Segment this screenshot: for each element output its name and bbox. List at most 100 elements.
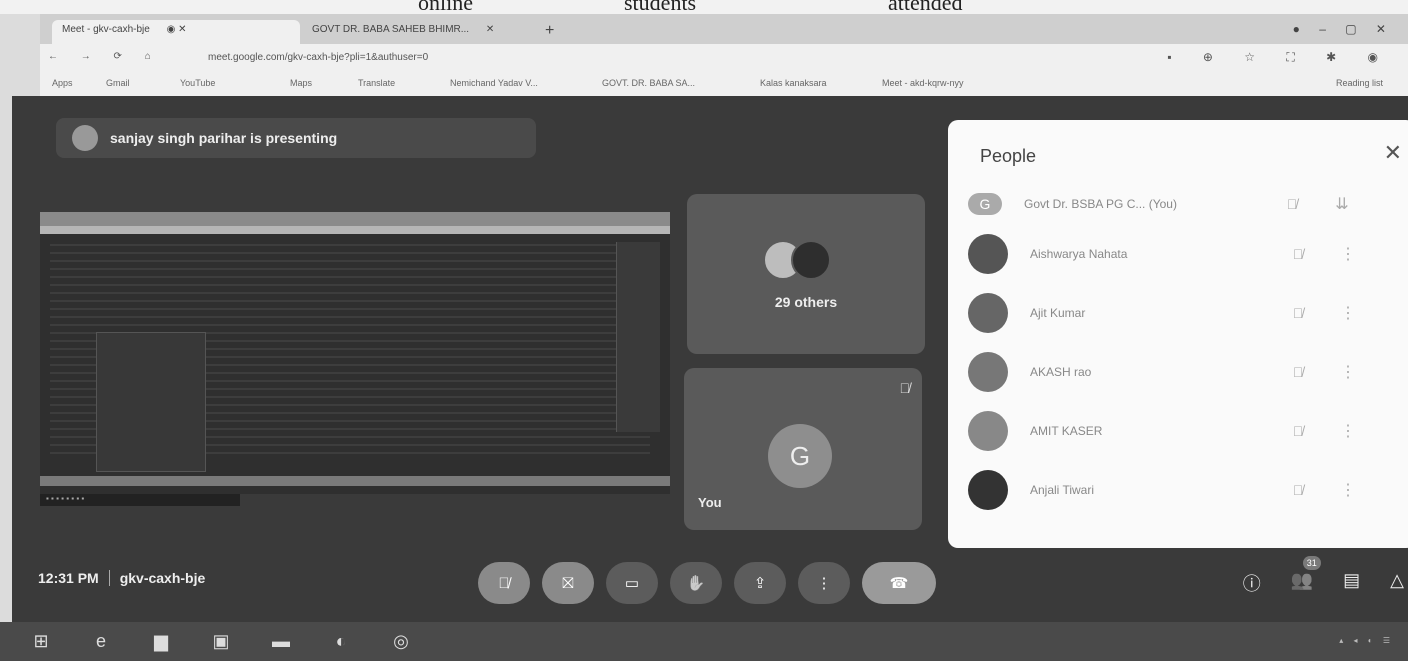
mic-off-icon: 🎙̸: [1286, 196, 1298, 212]
present-icon: ⇪: [753, 575, 767, 592]
close-icon[interactable]: ✕: [1384, 140, 1402, 166]
presenting-banner: sanjay singh parihar is presenting: [56, 118, 536, 158]
meeting-time: 12:31 PM: [38, 570, 99, 586]
more-icon[interactable]: ⋮: [1328, 480, 1368, 500]
close-tab-icon[interactable]: ✕: [486, 24, 494, 35]
store-icon[interactable]: ▣: [202, 629, 240, 655]
overlay-word-students: students: [624, 0, 697, 14]
activities-icon[interactable]: △: [1390, 570, 1404, 596]
participant-count-badge: 31: [1302, 556, 1321, 570]
bookmark-kalas[interactable]: Kalas kanaksara: [760, 78, 827, 88]
mic-off-icon: 🎙̸: [1292, 364, 1304, 380]
chrome-icon[interactable]: ◎: [382, 629, 420, 655]
present-button[interactable]: ⇪: [734, 562, 786, 604]
participant-name: AKASH rao: [1030, 365, 1092, 379]
shared-statusbar: [40, 476, 670, 486]
raise-hand-button[interactable]: ✋: [670, 562, 722, 604]
side-controls: ⓘ 👥 31 ▤ △: [1243, 556, 1404, 596]
edge-icon[interactable]: e: [82, 629, 120, 655]
pin-icon[interactable]: ⇊: [1322, 194, 1362, 214]
bookmark-apps[interactable]: Apps: [52, 78, 73, 88]
participant-avatar: [968, 293, 1008, 333]
meeting-code: gkv-caxh-bje: [119, 570, 206, 586]
participant-avatar: [968, 352, 1008, 392]
info-icon[interactable]: ⓘ: [1243, 570, 1261, 596]
participant-row[interactable]: AMIT KASER 🎙̸ ⋮: [968, 405, 1398, 457]
windows-start-icon[interactable]: ⊞: [22, 629, 60, 655]
url-field[interactable]: meet.google.com/gkv-caxh-bje?pli=1&authu…: [208, 52, 428, 63]
participant-row[interactable]: G Govt Dr. BSBA PG C... (You) 🎙̸ ⇊: [968, 178, 1398, 230]
mic-off-icon: 🎙̸: [1292, 305, 1304, 321]
bookmark-nemichand[interactable]: Nemichand Yadav V...: [450, 78, 538, 88]
hand-icon: ✋: [686, 575, 706, 592]
others-avatar: [791, 240, 831, 280]
window-controls[interactable]: ● – ▢ ✕: [1293, 22, 1394, 36]
participant-name: Ajit Kumar: [1030, 306, 1086, 320]
camera-toggle-button[interactable]: ⛝: [542, 562, 594, 604]
shared-menubar: [40, 226, 670, 234]
overlay-caption: online students attended: [0, 0, 1408, 14]
tab-meet[interactable]: Meet - gkv-caxh-bje ◉ ✕: [52, 20, 300, 44]
participant-row[interactable]: AKASH rao 🎙̸ ⋮: [968, 346, 1398, 398]
browser-tab-bar: Meet - gkv-caxh-bje ◉ ✕ GOVT DR. BABA SA…: [40, 14, 1408, 44]
others-tile[interactable]: 29 others: [687, 194, 925, 354]
people-panel: People ✕ G Govt Dr. BSBA PG C... (You) 🎙…: [948, 120, 1408, 548]
more-icon[interactable]: ⋮: [1328, 362, 1368, 382]
more-options-button[interactable]: ⋮: [798, 562, 850, 604]
bookmark-reading-list[interactable]: Reading list: [1336, 78, 1383, 88]
participant-row[interactable]: Aishwarya Nahata 🎙̸ ⋮: [968, 228, 1398, 280]
people-icon[interactable]: 👥 31: [1291, 556, 1321, 596]
chat-icon[interactable]: ▤: [1343, 570, 1360, 596]
shared-minimap: [616, 242, 660, 432]
address-bar: ← → ⟳ ⌂ meet.google.com/gkv-caxh-bje?pli…: [40, 44, 1408, 72]
bookmark-translate[interactable]: Translate: [358, 78, 395, 88]
more-icon[interactable]: ⋮: [1328, 244, 1368, 264]
presenting-text: sanjay singh parihar is presenting: [110, 130, 338, 146]
meeting-details: 12:31 PM gkv-caxh-bje: [38, 570, 205, 586]
captions-button[interactable]: ▭: [606, 562, 658, 604]
participant-name: Anjali Tiwari: [1030, 483, 1095, 497]
bookmark-meet[interactable]: Meet - akd-kqrw-nyy: [882, 78, 964, 88]
bookmark-gmail[interactable]: Gmail: [106, 78, 130, 88]
mic-off-icon: 🎙̸: [498, 574, 510, 592]
bookmark-maps[interactable]: Maps: [290, 78, 312, 88]
participant-avatar: G: [968, 193, 1002, 215]
system-tray[interactable]: ▴ ◂ ◐ ☰: [1339, 636, 1394, 645]
meet-stage: sanjay singh parihar is presenting ▪ ▪ ▪…: [12, 96, 1408, 622]
overlay-word-online: online: [418, 0, 473, 14]
presenter-avatar: [72, 125, 98, 151]
bookmarks-bar: Apps Gmail YouTube Maps Translate Nemich…: [40, 72, 1408, 96]
participant-avatar: [968, 470, 1008, 510]
close-tab-icon[interactable]: ◉ ✕: [167, 24, 187, 35]
toolbar-icons[interactable]: ▪ ⊕ ☆ ⛶ ✱ ◉: [1167, 50, 1392, 65]
browser-icon[interactable]: ◐: [322, 629, 360, 655]
self-tile[interactable]: G 🎙̸ You: [684, 368, 922, 530]
participant-avatar: [968, 234, 1008, 274]
divider: [108, 570, 110, 586]
end-call-button[interactable]: ☎: [862, 562, 936, 604]
new-tab-button[interactable]: +: [545, 22, 554, 40]
shared-screen: ▪ ▪ ▪ ▪ ▪ ▪ ▪ ▪: [40, 212, 670, 506]
call-controls: 🎙̸ ⛝ ▭ ✋ ⇪ ⋮ ☎: [478, 562, 936, 604]
mic-toggle-button[interactable]: 🎙̸: [478, 562, 530, 604]
bookmark-youtube[interactable]: YouTube: [180, 78, 215, 88]
nav-buttons[interactable]: ← → ⟳ ⌂: [48, 51, 161, 62]
self-avatar: G: [768, 424, 832, 488]
mic-off-icon: 🎙̸: [1292, 246, 1304, 262]
overlay-word-attended: attended: [888, 0, 963, 14]
mic-off-icon: 🎙̸: [1292, 482, 1304, 498]
tab-college[interactable]: GOVT DR. BABA SAHEB BHIMR... ✕: [302, 20, 530, 44]
participant-row[interactable]: Anjali Tiwari 🎙̸ ⋮: [968, 464, 1398, 516]
file-explorer-icon[interactable]: ▆: [142, 629, 180, 655]
bookmark-govt[interactable]: GOVT. DR. BABA SA...: [602, 78, 695, 88]
participant-row[interactable]: Ajit Kumar 🎙̸ ⋮: [968, 287, 1398, 339]
more-icon[interactable]: ⋮: [1328, 421, 1368, 441]
shared-taskbar: ▪ ▪ ▪ ▪ ▪ ▪ ▪ ▪: [40, 494, 240, 506]
more-icon: ⋮: [816, 575, 832, 592]
shared-titlebar: [40, 212, 670, 226]
monitor-icon[interactable]: ▬: [262, 629, 300, 655]
windows-taskbar: ⊞ e ▆ ▣ ▬ ◐ ◎ ▴ ◂ ◐ ☰: [0, 622, 1408, 661]
tab-label: Meet - gkv-caxh-bje: [62, 24, 150, 35]
people-panel-title: People: [980, 146, 1037, 166]
more-icon[interactable]: ⋮: [1328, 303, 1368, 323]
